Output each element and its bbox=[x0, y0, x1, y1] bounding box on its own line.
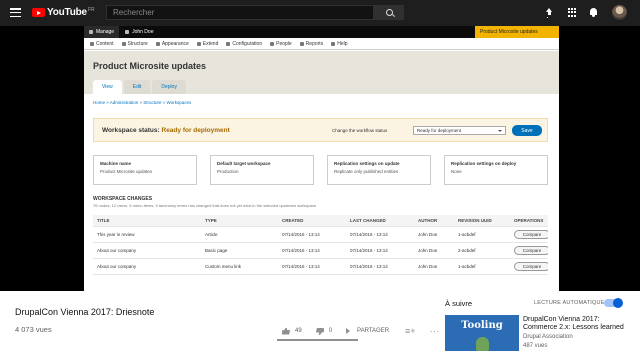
toolbar-extend: Extend bbox=[196, 41, 218, 47]
video-player[interactable]: Manage John Doe Product Microsite update… bbox=[0, 26, 640, 291]
appearance-icon bbox=[155, 41, 160, 46]
upload-icon[interactable] bbox=[545, 8, 554, 17]
up-next-label: À suivre bbox=[445, 299, 473, 308]
workspace-info-cards: Machine name Product Microsite updates De… bbox=[93, 155, 548, 185]
manage-menu: Manage bbox=[84, 26, 120, 38]
structure-icon bbox=[121, 41, 126, 46]
dislike-icon[interactable] bbox=[316, 328, 324, 335]
youtube-header: YouTube FR Rechercher bbox=[0, 0, 640, 26]
reports-icon bbox=[299, 41, 304, 46]
apps-icon[interactable] bbox=[568, 8, 577, 17]
workflow-status-select: Ready for deployment bbox=[413, 126, 506, 135]
search-button[interactable] bbox=[374, 5, 404, 20]
tab-view: View bbox=[93, 80, 122, 94]
content-icon bbox=[90, 41, 94, 46]
configuration-icon bbox=[226, 41, 231, 46]
youtube-watch-page: YouTube FR Rechercher Manage John Doe Pr… bbox=[0, 0, 640, 351]
card-default-target: Default target workspace Production bbox=[210, 155, 314, 185]
user-menu: John Doe bbox=[119, 29, 159, 35]
toolbar-reports: Reports bbox=[299, 41, 323, 47]
active-workspace-tab: Product Microsite updates bbox=[475, 26, 559, 38]
toolbar-structure: Structure bbox=[121, 41, 148, 47]
hamburger-icon bbox=[89, 30, 93, 34]
drupal-page-body: Home » Administration » Structure » Work… bbox=[84, 94, 559, 291]
extend-icon bbox=[196, 41, 201, 46]
like-count: 49 bbox=[295, 328, 302, 334]
up-next-thumbnail[interactable]: Tooling bbox=[445, 315, 519, 351]
search-icon bbox=[385, 9, 393, 16]
share-button[interactable]: PARTAGER bbox=[357, 328, 389, 334]
page-title: Product Microsite updates bbox=[93, 61, 207, 71]
more-actions-icon[interactable]: ··· bbox=[430, 326, 441, 336]
view-count: 4 073 vues bbox=[15, 325, 52, 334]
tab-edit: Edit bbox=[123, 80, 151, 94]
share-icon[interactable] bbox=[346, 328, 353, 334]
video-actions: 49 0 PARTAGER ≡+ ··· bbox=[282, 326, 440, 336]
card-replication-update: Replication settings on update Replicate … bbox=[327, 155, 431, 185]
workspace-label: Product Microsite updates bbox=[480, 29, 538, 35]
up-next-views: 487 vues bbox=[523, 343, 548, 349]
card-machine-name: Machine name Product Microsite updates bbox=[93, 155, 197, 185]
toolbar-configuration: Configuration bbox=[226, 41, 262, 47]
menu-icon[interactable] bbox=[10, 8, 21, 18]
like-dislike-bar bbox=[277, 339, 358, 341]
changes-table: TITLE TYPE CREATED LAST CHANGED AUTHOR REVISI… bbox=[93, 215, 548, 275]
video-frame-drupal-screen: Manage John Doe Product Microsite update… bbox=[84, 26, 559, 291]
autoplay-toggle[interactable] bbox=[604, 297, 623, 308]
search-input[interactable]: Rechercher bbox=[106, 5, 374, 20]
user-label: John Doe bbox=[132, 29, 154, 35]
breadcrumb: Home » Administration » Structure » Work… bbox=[93, 100, 192, 105]
add-to-playlist-icon[interactable]: ≡+ bbox=[405, 326, 416, 336]
up-next-title[interactable]: DrupalCon Vienna 2017: Commerce 2.x: Les… bbox=[523, 316, 635, 332]
table-row: This year in review Article 07/14/2016 - 1… bbox=[93, 227, 548, 243]
youtube-logo[interactable]: YouTube FR bbox=[32, 7, 95, 18]
save-button: Save bbox=[512, 125, 542, 136]
account-avatar[interactable] bbox=[612, 5, 627, 20]
compare-button: Compare bbox=[514, 262, 548, 271]
region-code: FR bbox=[87, 6, 95, 13]
video-title: DrupalCon Vienna 2017: Driesnote bbox=[15, 307, 155, 317]
thumbnail-mascot bbox=[476, 337, 489, 351]
thumbnail-text: Tooling bbox=[461, 320, 503, 331]
video-info-panel: DrupalCon Vienna 2017: Driesnote 4 073 v… bbox=[0, 291, 640, 351]
dislike-count: 0 bbox=[328, 328, 333, 334]
workspace-status-box: Workspace status: Ready for deployment C… bbox=[93, 118, 548, 142]
workspace-status: Workspace status: Ready for deployment bbox=[102, 127, 230, 134]
manage-label: Manage bbox=[96, 29, 115, 35]
card-replication-deploy: Replication settings on deploy None bbox=[444, 155, 548, 185]
like-icon[interactable] bbox=[282, 327, 290, 335]
notifications-bell-icon[interactable] bbox=[589, 8, 598, 17]
table-header-row: TITLE TYPE CREATED LAST CHANGED AUTHOR REVISI… bbox=[93, 215, 548, 227]
autoplay-label: LECTURE AUTOMATIQUE bbox=[534, 300, 605, 306]
toolbar-content: Content bbox=[90, 41, 114, 47]
tab-deploy: Deploy bbox=[152, 80, 186, 94]
people-icon bbox=[270, 41, 275, 46]
youtube-play-icon bbox=[32, 8, 45, 17]
youtube-logo-text: YouTube bbox=[47, 7, 87, 18]
like-ratio-fill bbox=[277, 339, 358, 341]
changes-heading: WORKSPACE CHANGES bbox=[93, 196, 153, 202]
compare-button: Compare bbox=[514, 246, 548, 255]
up-next-channel[interactable]: Drupal Association bbox=[523, 334, 573, 340]
table-row: About our company Custom menu link 07/14/2… bbox=[93, 259, 548, 275]
workflow-status-label: Change the workflow status bbox=[332, 128, 388, 133]
toggle-knob bbox=[613, 297, 623, 308]
page-tabs: View Edit Deploy bbox=[93, 80, 186, 94]
table-row: About our company Basic page 07/14/2016 - … bbox=[93, 243, 548, 259]
toolbar-appearance: Appearance bbox=[155, 41, 189, 47]
toolbar-people: People bbox=[270, 41, 292, 47]
drupal-admin-bar: Manage John Doe Product Microsite update… bbox=[84, 26, 559, 38]
toolbar-help: Help bbox=[331, 41, 348, 47]
user-icon bbox=[125, 30, 130, 34]
help-icon bbox=[331, 41, 336, 46]
drupal-toolbar: Content Structure Appearance Extend Conf… bbox=[84, 38, 559, 50]
compare-button: Compare bbox=[514, 230, 548, 239]
changes-summary: 76 nodes, 12 users, 5 menu items, 9 taxo… bbox=[93, 203, 317, 208]
